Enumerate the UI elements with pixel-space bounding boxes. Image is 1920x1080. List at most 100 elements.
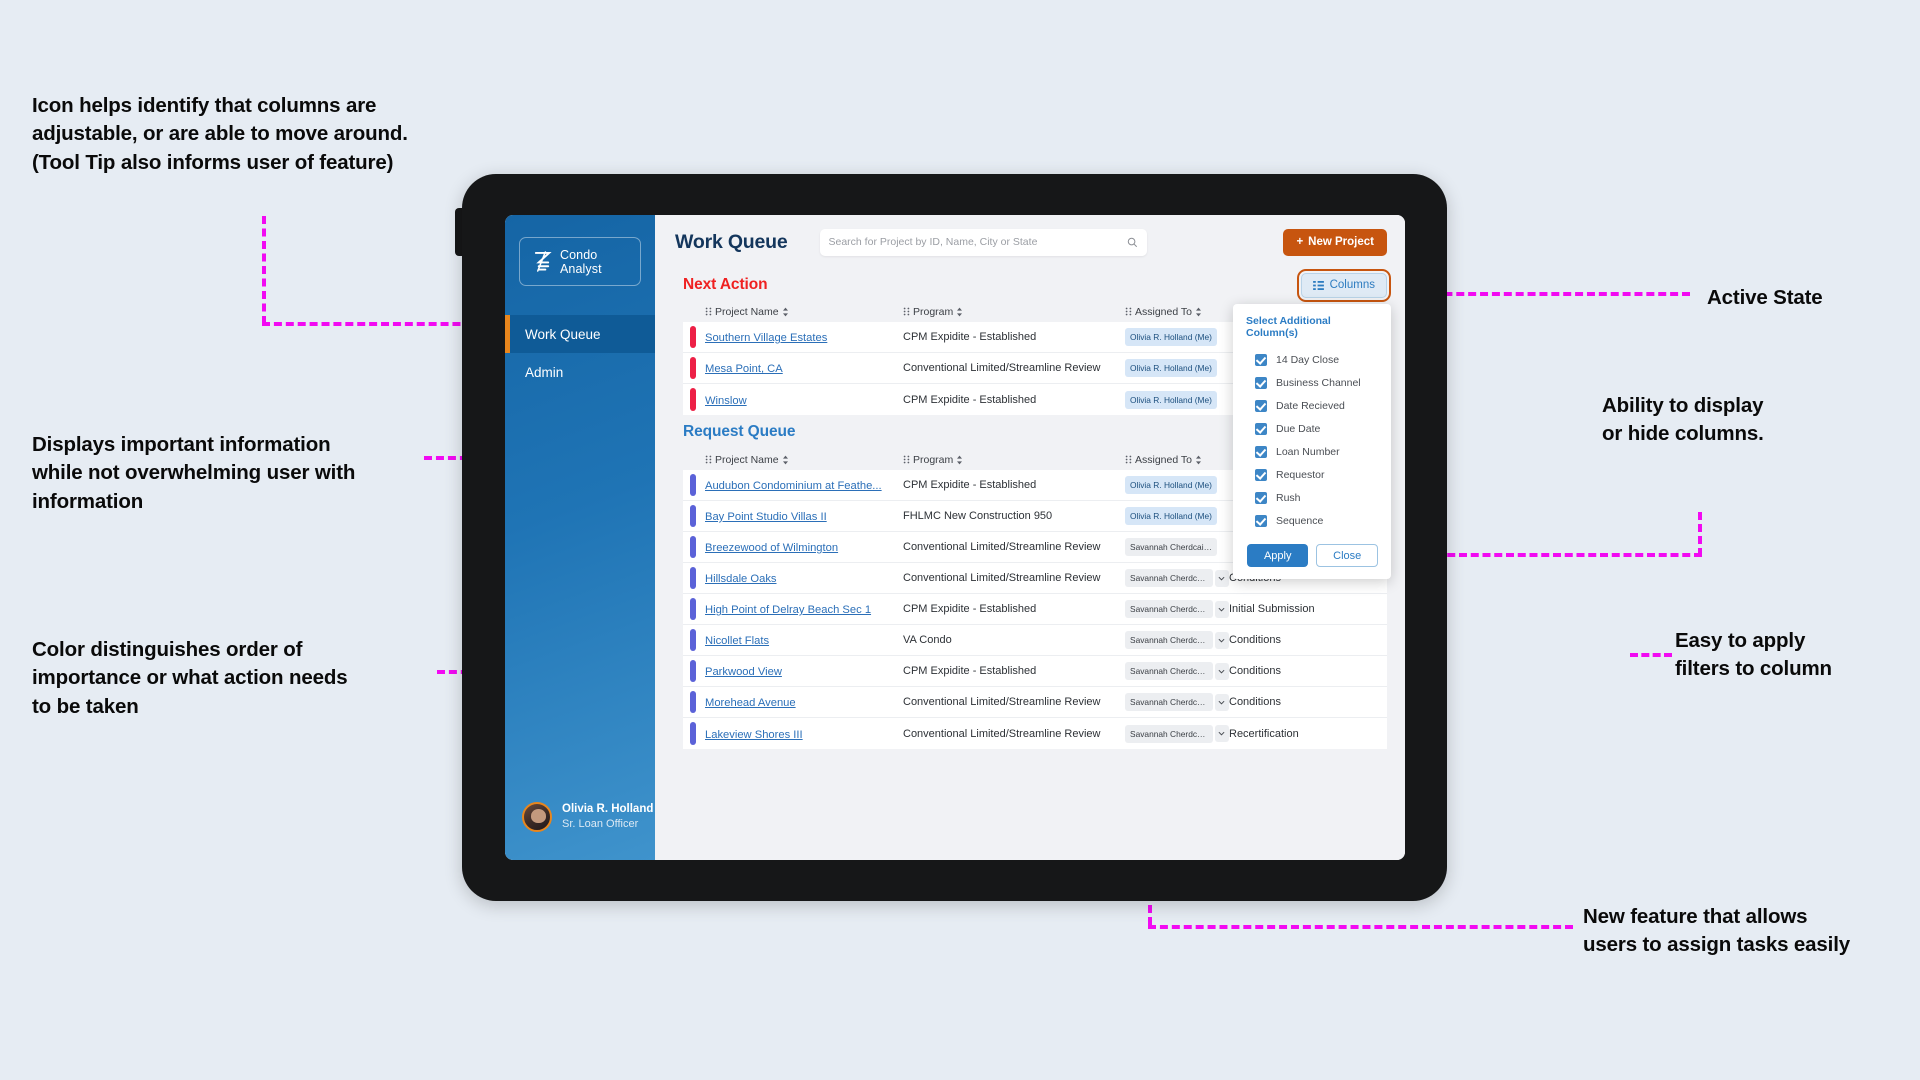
assignee-dropdown-button[interactable] xyxy=(1214,600,1229,618)
assigned-to-cell[interactable]: Savannah Cherdcaitha... xyxy=(1125,693,1229,711)
assigned-to-cell[interactable]: Savannah Cherdcaitha... xyxy=(1125,569,1229,587)
checkbox-checked-icon[interactable] xyxy=(1255,422,1267,435)
assigned-to-cell[interactable]: Olivia R. Holland (Me) xyxy=(1125,328,1229,346)
drag-grip-icon xyxy=(903,455,910,464)
program-cell: CPM Expidite - Established xyxy=(903,665,1037,677)
panel-actions: Apply Close xyxy=(1246,544,1378,567)
assigned-to-cell[interactable]: Olivia R. Holland (Me) xyxy=(1125,359,1229,377)
project-link[interactable]: Hillsdale Oaks xyxy=(705,573,777,585)
sidebar: Condo Analyst Work Queue Admin Olivia R.… xyxy=(505,215,655,860)
column-option-requestor[interactable]: Requestor xyxy=(1246,463,1378,486)
section-title-request-queue: Request Queue xyxy=(683,423,796,440)
column-header-program[interactable]: Program xyxy=(903,306,1125,318)
column-option-loan-number[interactable]: Loan Number xyxy=(1246,440,1378,463)
assignee-chip: Olivia R. Holland (Me) xyxy=(1125,390,1217,409)
project-link[interactable]: Parkwood View xyxy=(705,666,782,678)
column-option-business-channel[interactable]: Business Channel xyxy=(1246,371,1378,394)
annotation-hide-columns: Ability to display or hide columns. xyxy=(1602,394,1764,446)
assignee-chip: Savannah Cherdcaitha... xyxy=(1125,600,1213,618)
assigned-to-cell[interactable]: Olivia R. Holland (Me) xyxy=(1125,507,1229,525)
sort-icon xyxy=(1196,307,1202,316)
column-option-rush[interactable]: Rush xyxy=(1246,486,1378,509)
project-link[interactable]: Nicollet Flats xyxy=(705,635,769,647)
column-header-label: Project Name xyxy=(715,453,779,466)
table-row[interactable]: Morehead Avenue Conventional Limited/Str… xyxy=(683,687,1387,718)
program-cell: CPM Expidite - Established xyxy=(903,331,1037,343)
column-option-14-day-close[interactable]: 14 Day Close xyxy=(1246,348,1378,371)
sort-icon xyxy=(1196,455,1202,464)
assignee-chip: Olivia R. Holland (Me) xyxy=(1125,507,1217,525)
assigned-to-cell[interactable]: Olivia R. Holland (Me) xyxy=(1125,476,1229,494)
option-label: Date Recieved xyxy=(1276,399,1345,412)
program-cell: Conventional Limited/Streamline Review xyxy=(903,572,1101,584)
program-cell: Conventional Limited/Streamline Review xyxy=(903,362,1101,374)
next-action-header-row: Next Action Columns xyxy=(655,268,1405,302)
search-box[interactable] xyxy=(819,228,1147,256)
assigned-to-cell[interactable]: Savannah Cherdcaitha... xyxy=(1125,600,1229,618)
checkbox-checked-icon[interactable] xyxy=(1255,353,1267,366)
project-link[interactable]: Audubon Condominium at Feathe... xyxy=(705,480,882,492)
table-row[interactable]: Parkwood View CPM Expidite - Established… xyxy=(683,656,1387,687)
column-option-due-date[interactable]: Due Date xyxy=(1246,417,1378,440)
drag-grip-icon xyxy=(1125,307,1132,316)
assignee-chip: Olivia R. Holland (Me) xyxy=(1125,359,1217,377)
assigned-to-cell[interactable]: Olivia R. Holland (Me) xyxy=(1125,390,1229,409)
checkbox-checked-icon[interactable] xyxy=(1255,445,1267,458)
assignee-dropdown-button[interactable] xyxy=(1214,662,1229,680)
annotation-line-hide-columns-v xyxy=(1698,512,1702,556)
column-header-project-name[interactable]: Project Name xyxy=(705,306,903,318)
priority-bar-blue xyxy=(690,691,696,713)
project-link[interactable]: Mesa Point, CA xyxy=(705,363,783,375)
sidebar-item-admin[interactable]: Admin xyxy=(505,353,655,391)
checkbox-checked-icon[interactable] xyxy=(1255,468,1267,481)
checkbox-checked-icon[interactable] xyxy=(1255,376,1267,389)
user-profile[interactable]: Olivia R. Holland Sr. Loan Officer xyxy=(505,801,655,860)
assigned-to-cell[interactable]: Savannah Cherdcaitha... xyxy=(1125,538,1229,556)
column-option-date-recieved[interactable]: Date Recieved xyxy=(1246,394,1378,417)
assignee-dropdown-button[interactable] xyxy=(1214,693,1229,711)
assigned-to-cell[interactable]: Savannah Cherdcaitha... xyxy=(1125,631,1229,649)
assignee-chip: Savannah Cherdcaitha... xyxy=(1125,569,1213,587)
assignee-chip: Savannah Cherdcaitha... xyxy=(1125,662,1213,680)
columns-button-label: Columns xyxy=(1329,279,1375,291)
priority-bar-blue xyxy=(690,660,696,682)
project-link[interactable]: Winslow xyxy=(705,395,747,407)
search-input[interactable] xyxy=(828,236,1127,248)
apply-button[interactable]: Apply xyxy=(1247,544,1309,567)
page-title: Work Queue xyxy=(675,230,788,253)
table-row[interactable]: High Point of Delray Beach Sec 1 CPM Exp… xyxy=(683,594,1387,625)
column-option-sequence[interactable]: Sequence xyxy=(1246,509,1378,532)
new-project-button[interactable]: + New Project xyxy=(1283,228,1387,256)
columns-button[interactable]: Columns xyxy=(1296,268,1392,302)
project-link[interactable]: Breezewood of Wilmington xyxy=(705,542,838,554)
sidebar-item-work-queue[interactable]: Work Queue xyxy=(505,315,655,353)
table-row[interactable]: Nicollet Flats VA Condo Savannah Cherdca… xyxy=(683,625,1387,656)
checkbox-checked-icon[interactable] xyxy=(1255,514,1267,527)
assignee-dropdown-button[interactable] xyxy=(1214,569,1229,587)
table-row[interactable]: Lakeview Shores III Conventional Limited… xyxy=(683,718,1387,749)
priority-bar-red xyxy=(690,357,696,379)
project-link[interactable]: Lakeview Shores III xyxy=(705,729,803,741)
project-link[interactable]: High Point of Delray Beach Sec 1 xyxy=(705,604,871,616)
option-label: 14 Day Close xyxy=(1276,353,1340,366)
assigned-to-cell[interactable]: Savannah Cherdcaitha... xyxy=(1125,724,1229,743)
sort-icon xyxy=(782,455,788,464)
priority-bar-red xyxy=(690,388,696,411)
close-button[interactable]: Close xyxy=(1316,544,1378,567)
column-header-assigned-to[interactable]: Assigned To xyxy=(1125,454,1229,466)
column-header-project-name[interactable]: Project Name xyxy=(705,454,903,466)
column-header-program[interactable]: Program xyxy=(903,454,1125,466)
project-link[interactable]: Morehead Avenue xyxy=(705,697,796,709)
assignee-dropdown-button[interactable] xyxy=(1214,631,1229,649)
app-screen: Condo Analyst Work Queue Admin Olivia R.… xyxy=(505,215,1405,860)
assignee-dropdown-button[interactable] xyxy=(1214,725,1229,742)
checkbox-checked-icon[interactable] xyxy=(1255,399,1267,412)
assigned-to-cell[interactable]: Savannah Cherdcaitha... xyxy=(1125,662,1229,680)
column-header-assigned-to[interactable]: Assigned To xyxy=(1125,306,1229,318)
priority-bar-blue xyxy=(690,474,696,496)
project-link[interactable]: Southern Village Estates xyxy=(705,332,827,344)
chevron-down-icon xyxy=(1218,576,1225,581)
checkbox-checked-icon[interactable] xyxy=(1255,491,1267,504)
annotation-line-hide-columns-h xyxy=(1412,553,1702,557)
project-link[interactable]: Bay Point Studio Villas II xyxy=(705,511,827,523)
